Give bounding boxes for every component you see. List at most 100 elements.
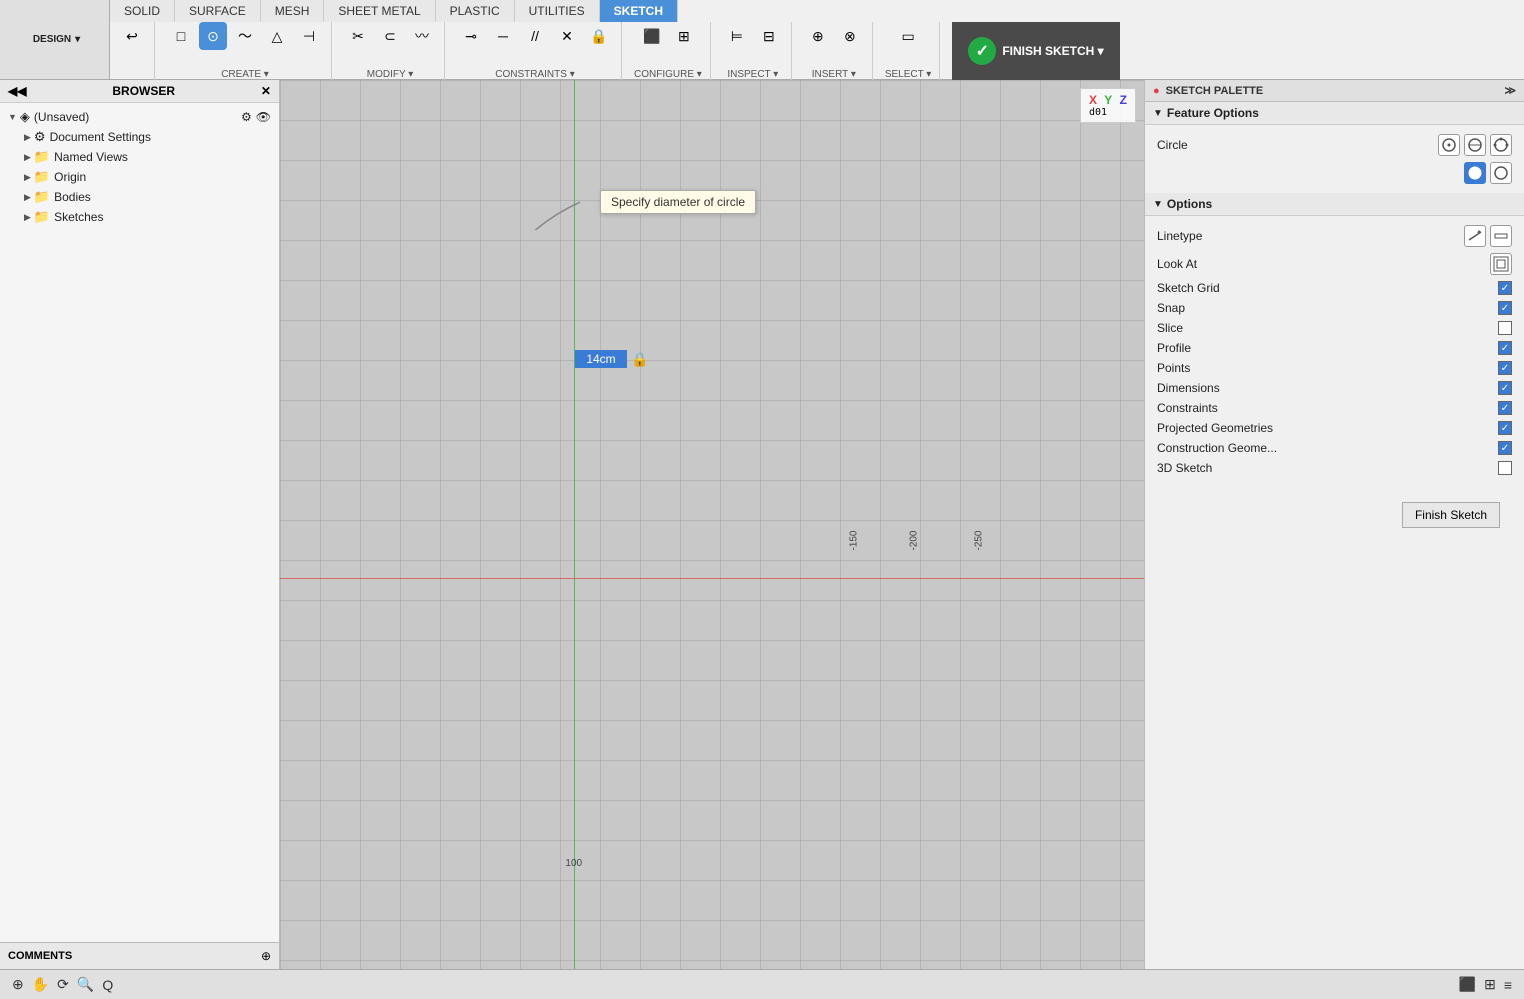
tab-sketch[interactable]: SKETCH (600, 0, 678, 22)
circle-hollow-btn[interactable] (1490, 162, 1512, 184)
lock-icon[interactable]: 🔒 (631, 351, 648, 368)
tree-gear-icon[interactable]: ⚙ (241, 110, 252, 124)
statusbar-navigate-icon[interactable]: ⊕ (12, 976, 24, 993)
insert-icon1[interactable]: ⊕ (804, 22, 832, 50)
points-checkbox[interactable]: ✓ (1498, 361, 1512, 375)
constraints-checkbox[interactable]: ✓ (1498, 401, 1512, 415)
constraints-label[interactable]: CONSTRAINTS ▾ (495, 69, 574, 80)
construction-geometry-checkbox[interactable]: ✓ (1498, 441, 1512, 455)
tab-solid[interactable]: SOLID (110, 0, 175, 22)
tree-item-bodies[interactable]: ▶ 📁 Bodies (0, 187, 279, 207)
projected-geometries-label: Projected Geometries (1157, 421, 1498, 435)
tree-item-sketches[interactable]: ▶ 📁 Sketches (0, 207, 279, 227)
offset-tool[interactable]: ⊂ (376, 22, 404, 50)
circle-3point-btn[interactable] (1490, 134, 1512, 156)
toolbar-modify-group: ✂ ⊂ 〰 MODIFY ▾ (336, 22, 445, 80)
inspect-label[interactable]: INSPECT ▾ (727, 69, 778, 80)
dim-label-minus250: -250 (973, 530, 984, 550)
create-label[interactable]: CREATE ▾ (221, 69, 269, 80)
trim-tool[interactable]: ✂ (344, 22, 372, 50)
tree-item-origin[interactable]: ▶ 📁 Origin (0, 167, 279, 187)
lock-tool[interactable]: 🔒 (585, 22, 613, 50)
tab-surface[interactable]: SURFACE (175, 0, 261, 22)
profile-checkmark: ✓ (1501, 343, 1509, 354)
tree-item-named-views[interactable]: ▶ 📁 Named Views (0, 147, 279, 167)
spline-tool[interactable]: 〜 (231, 22, 259, 50)
perpendicular-tool[interactable]: ✕ (553, 22, 581, 50)
inspect-icon1[interactable]: ⊨ (723, 22, 751, 50)
snap-checkbox[interactable]: ✓ (1498, 301, 1512, 315)
snap-row: Snap ✓ (1145, 298, 1524, 318)
panel-expand-icon[interactable]: ≫ (1504, 84, 1516, 97)
horizontal-tool[interactable]: ─ (489, 22, 517, 50)
tree-arrow-origin: ▶ (24, 172, 31, 183)
insert-icon2[interactable]: ⊗ (836, 22, 864, 50)
3d-sketch-checkbox[interactable] (1498, 461, 1512, 475)
tree-arrow-bodies: ▶ (24, 192, 31, 203)
circle-filled-btn[interactable] (1464, 162, 1486, 184)
options-section-header[interactable]: ▼ Options (1145, 193, 1524, 216)
constraints-row: Constraints ✓ (1145, 398, 1524, 418)
comments-label: COMMENTS (8, 950, 72, 962)
slice-row: Slice (1145, 318, 1524, 338)
dimensions-row: Dimensions ✓ (1145, 378, 1524, 398)
dimension-input-container: 🔒 (575, 350, 648, 368)
statusbar-pan-icon[interactable]: ✋ (32, 976, 49, 993)
finish-sketch-toolbar-label: FINISH SKETCH ▾ (1002, 44, 1103, 58)
canvas-area[interactable]: -150 -200 -250 100 (280, 80, 1144, 969)
circle-center-diameter-btn[interactable] (1438, 134, 1460, 156)
design-button[interactable]: DESIGN ▾ (0, 0, 110, 79)
tree-item-doc-settings[interactable]: ▶ ⚙ Document Settings (0, 127, 279, 147)
undo-button[interactable]: ↩ (118, 22, 146, 50)
modify-label[interactable]: MODIFY ▾ (367, 69, 414, 80)
statusbar-fit-icon[interactable]: Q (102, 977, 113, 993)
select-icon[interactable]: ▭ (894, 22, 922, 50)
dimension-input[interactable] (575, 350, 627, 368)
projected-geometries-checkbox[interactable]: ✓ (1498, 421, 1512, 435)
linetype-btn2[interactable] (1490, 225, 1512, 247)
configure-icon1[interactable]: ⬛ (638, 22, 666, 50)
statusbar-view-icon2[interactable]: ⊞ (1484, 976, 1496, 993)
design-arrow: ▾ (75, 34, 80, 45)
toolbar-tabs: SOLID SURFACE MESH SHEET METAL PLASTIC U… (110, 0, 1524, 22)
finish-sketch-panel-button[interactable]: Finish Sketch (1402, 502, 1500, 528)
profile-checkbox[interactable]: ✓ (1498, 341, 1512, 355)
linetype-btn1[interactable] (1464, 225, 1486, 247)
statusbar-view-icon1[interactable]: ⬛ (1459, 976, 1476, 993)
tree-arrow-root: ▼ (8, 112, 17, 122)
statusbar-zoom-icon[interactable]: 🔍 (77, 976, 94, 993)
dimensions-checkbox[interactable]: ✓ (1498, 381, 1512, 395)
tab-utilities[interactable]: UTILITIES (515, 0, 600, 22)
finish-sketch-toolbar-button[interactable]: ✓ FINISH SKETCH ▾ (952, 22, 1119, 80)
browser-title: BROWSER (112, 84, 175, 98)
tab-sheet-metal[interactable]: SHEET METAL (324, 0, 435, 22)
line-tool[interactable]: ⊣ (295, 22, 323, 50)
comments-add-icon[interactable]: ⊕ (261, 949, 271, 963)
statusbar-view-icon3[interactable]: ≡ (1504, 977, 1512, 993)
triangle-tool[interactable]: △ (263, 22, 291, 50)
inspect-icon2[interactable]: ⊟ (755, 22, 783, 50)
fillet-tool[interactable]: 〰 (408, 22, 436, 50)
sketch-grid-checkbox[interactable]: ✓ (1498, 281, 1512, 295)
rectangle-tool[interactable]: □ (167, 22, 195, 50)
configure-icon2[interactable]: ⊞ (670, 22, 698, 50)
browser-collapse-icon[interactable]: ◀◀ (8, 84, 26, 98)
insert-label[interactable]: INSERT ▾ (812, 69, 856, 80)
browser-close-icon[interactable]: ✕ (261, 84, 271, 98)
tab-mesh[interactable]: MESH (261, 0, 325, 22)
feature-options-section-header[interactable]: ▼ Feature Options (1145, 102, 1524, 125)
panel-header: ● SKETCH PALETTE ≫ (1145, 80, 1524, 102)
slice-checkbox[interactable] (1498, 321, 1512, 335)
statusbar-orbit-icon[interactable]: ⟳ (57, 976, 69, 993)
circle-2point-btn[interactable] (1464, 134, 1486, 156)
tab-plastic[interactable]: PLASTIC (436, 0, 515, 22)
tree-arrow-doc: ▶ (24, 132, 31, 143)
select-label[interactable]: SELECT ▾ (885, 69, 932, 80)
tree-item-root[interactable]: ▼ ◈ (Unsaved) ⚙ 👁 (0, 107, 279, 127)
configure-label[interactable]: CONFIGURE ▾ (634, 69, 702, 80)
look-at-btn[interactable] (1490, 253, 1512, 275)
tree-eye-icon[interactable]: 👁 (256, 110, 271, 124)
circle-tool[interactable]: ⊙ (199, 22, 227, 50)
parallel-tool[interactable]: // (521, 22, 549, 50)
coincident-tool[interactable]: ⊸ (457, 22, 485, 50)
